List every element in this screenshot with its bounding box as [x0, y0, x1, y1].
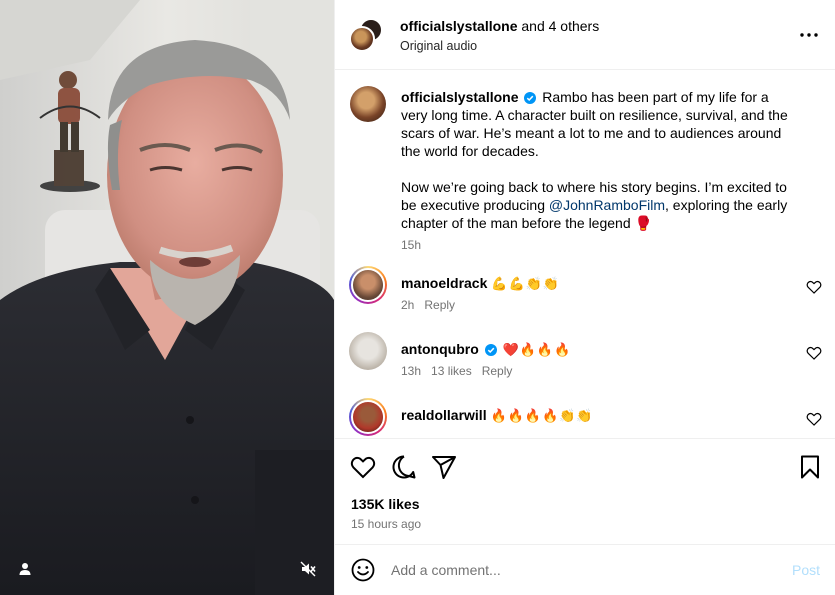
comment-text: ❤️🔥🔥🔥 [502, 343, 572, 358]
comment-username[interactable]: antonqubro [401, 341, 479, 357]
comment-item: antonqubro ❤️🔥🔥🔥 13h 13 likes Reply [335, 332, 835, 392]
audio-link[interactable]: Original audio [400, 38, 477, 54]
save-bookmark-icon[interactable] [796, 453, 824, 481]
collab-text[interactable]: and 4 others [517, 18, 599, 34]
reel-video[interactable] [0, 0, 334, 595]
avatar[interactable] [349, 398, 387, 436]
comments-list[interactable]: manoeldrack 💪💪👏👏 2h Reply antonqubro ❤️🔥🔥… [335, 266, 835, 438]
reply-button[interactable]: Reply [424, 298, 455, 312]
more-horizontal-icon [800, 33, 818, 37]
speaker-muted-icon [300, 561, 316, 577]
comment-item: realdollarwill 🔥🔥🔥🔥👏👏 [335, 398, 835, 438]
post-caption: officialslystallone Rambo has been part … [335, 70, 835, 266]
post-header: officialslystallone and 4 others Origina… [335, 0, 835, 70]
verified-badge-icon [484, 344, 497, 356]
comment-likes[interactable]: 13 likes [431, 364, 472, 378]
comment-item: manoeldrack 💪💪👏👏 2h Reply [335, 266, 835, 326]
comment-line: manoeldrack 💪💪👏👏 [401, 274, 560, 294]
person-icon [19, 563, 31, 575]
post-date[interactable]: 15 hours ago [351, 517, 421, 531]
post-author[interactable]: officialslystallone and 4 others [400, 17, 599, 35]
post-actions: 135K likes 15 hours ago [335, 438, 835, 544]
comment-username[interactable]: realdollarwill [401, 407, 487, 423]
reply-button[interactable]: Reply [482, 364, 513, 378]
comment-line: realdollarwill 🔥🔥🔥🔥👏👏 [401, 406, 594, 426]
caption-paragraph-2: Now we’re going back to where his story … [401, 178, 799, 233]
avatar[interactable] [349, 266, 387, 304]
comment-meta: 2h Reply [401, 298, 465, 312]
like-heart-icon[interactable] [349, 453, 377, 481]
avatar [349, 26, 375, 52]
heart-icon[interactable] [806, 279, 822, 295]
collab-avatars[interactable] [349, 18, 385, 54]
add-comment-bar: Post [335, 544, 835, 595]
comment-username[interactable]: manoeldrack [401, 275, 487, 291]
author-username[interactable]: officialslystallone [400, 18, 517, 34]
comment-meta: 13h 13 likes Reply [401, 364, 522, 378]
caption-text: officialslystallone Rambo has been part … [401, 88, 799, 233]
heart-icon[interactable] [806, 411, 822, 427]
comment-text: 🔥🔥🔥🔥👏👏 [490, 409, 594, 424]
more-options-button[interactable] [796, 24, 822, 46]
avatar-image [351, 268, 385, 302]
verified-badge-icon [524, 92, 537, 104]
video-frame [0, 0, 334, 595]
avatar-image [351, 400, 385, 434]
mute-button[interactable] [294, 555, 322, 583]
share-paper-plane-icon[interactable] [430, 453, 458, 481]
avatar[interactable] [349, 332, 387, 370]
post-panel: officialslystallone and 4 others Origina… [334, 0, 835, 595]
comment-text: 💪💪👏👏 [491, 277, 561, 292]
avatar[interactable] [350, 86, 386, 122]
tagged-people-button[interactable] [11, 555, 39, 583]
post-button[interactable]: Post [792, 562, 820, 578]
caption-timestamp[interactable]: 15h [401, 238, 421, 252]
caption-username[interactable]: officialslystallone [401, 89, 518, 105]
comment-input[interactable] [391, 559, 771, 581]
comment-icon[interactable] [390, 453, 418, 481]
heart-icon[interactable] [806, 345, 822, 361]
comment-time[interactable]: 13h [401, 364, 421, 378]
comment-line: antonqubro ❤️🔥🔥🔥 [401, 340, 571, 360]
like-count[interactable]: 135K likes [351, 496, 420, 512]
emoji-smiley-icon[interactable] [350, 557, 376, 583]
comment-time[interactable]: 2h [401, 298, 414, 312]
boxing-glove-emoji: 🥊 [634, 216, 652, 232]
mention-link[interactable]: @JohnRamboFilm [549, 197, 665, 213]
